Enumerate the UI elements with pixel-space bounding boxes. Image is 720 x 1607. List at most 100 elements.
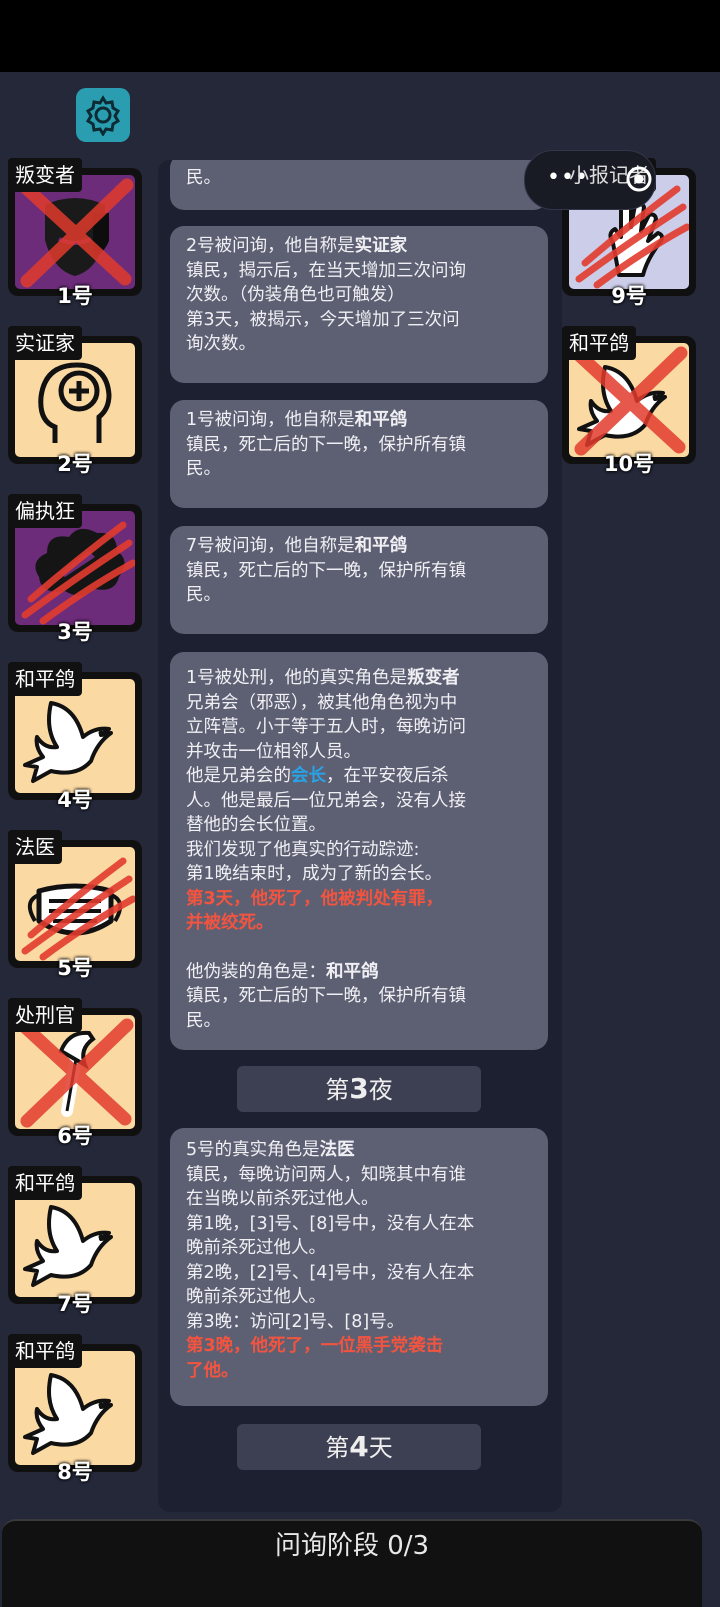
eliminated-mark-icon [18,178,134,288]
claw-mark-icon [21,521,135,625]
player-card[interactable]: 和平鸽 4号 [8,662,142,812]
no-mark [15,1183,135,1297]
player-number: 7号 [57,1292,93,1316]
player-card[interactable]: 实证家 2号 [8,326,142,476]
player-card[interactable]: 和平鸽 10号 [562,326,696,476]
role-name: 实证家 [354,236,408,256]
status-bar [0,0,720,72]
role-keyword[interactable]: 会长 [291,766,326,786]
role-label: 偏执狂 [8,494,82,528]
role-label: 法医 [8,830,62,864]
player-number: 9号 [611,284,647,308]
log-text: 替他的会长位置。 [186,815,326,835]
log-text: 晚前杀死过他人。 [186,1238,326,1258]
role-name: 法医 [319,1140,355,1160]
log-text: 并攻击一位相邻人员。 [186,741,361,762]
role-name: 叛变者 [407,668,460,688]
log-entry: 1号被处刑，他的真实角色是叛变者 兄弟会（邪恶），被其他角色视为中 立阵营。小于… [170,652,548,1050]
log-text: 第1晚结束时，成为了新的会长。 [186,864,443,884]
role-name: 和平鸽 [354,536,408,556]
log-entry: 7号被问询，他自称是和平鸽 镇民，死亡后的下一晚，保护所有镇 民。 [170,526,548,634]
player-card[interactable]: 和平鸽 7号 [8,1166,142,1316]
log-text: 立阵营。小于等于五人时，每晚访问 [186,717,466,737]
card-portrait [15,1015,135,1129]
death-text: 并被绞死。 [186,913,274,933]
banner-text: 第 [325,1434,350,1462]
banner-text: 第 [325,1076,350,1104]
log-text: ，在平安夜后杀 [326,766,449,786]
role-name: 和平鸽 [326,961,379,982]
event-log[interactable]: 民。 2号被问询，他自称是实证家 镇民，揭示后，在当天增加三次问询 次数。（伪装… [158,160,562,1512]
day-banner: 第4天 [237,1424,481,1470]
player-number: 3号 [57,620,93,644]
log-entry: 5号的真实角色是法医 镇民，每晚访问两人，知晓其中有谁 在当晚以前杀死过他人。 … [170,1128,548,1406]
banner-number: 3 [349,1072,369,1105]
role-label: 叛变者 [8,158,82,192]
log-text: 兄弟会（邪恶），被其他角色视为中 [186,692,458,713]
death-text: 第3天，他死了，他被判处有罪， [186,888,444,909]
role-label: 和平鸽 [8,662,82,696]
log-text: 晚前杀死过他人。 [186,1287,326,1307]
phase-label: 问询阶段 0/3 [274,1531,430,1561]
player-card[interactable]: 处刑官 6号 [8,998,142,1148]
log-text: 2号被问询，他自称是 [186,236,355,256]
log-text: 民。 [186,168,221,188]
banner-number: 4 [349,1430,369,1463]
log-text: 第3晚：访问[2]号、[8]号。 [186,1311,405,1332]
player-number: 6号 [57,1124,93,1148]
log-entry: 1号被问询，他自称是和平鸽 镇民，死亡后的下一晚，保护所有镇 民。 [170,400,548,508]
log-text: 民。 [186,1010,221,1031]
banner-text: 天 [368,1434,393,1462]
log-text: 第1晚，[3]号、[8]号中，没有人在本 [186,1213,475,1234]
player-card[interactable]: 叛变者 1号 [8,158,142,308]
log-text: 1号被处刑，他的真实角色是 [186,668,408,688]
card-portrait [15,511,135,625]
player-number: 2号 [57,452,93,476]
card-portrait [15,679,135,793]
role-label: 和平鸽 [8,1166,82,1200]
log-text: 镇民，死亡后的下一晚，保护所有镇 [186,560,466,581]
tabloid-toggle[interactable]: ••• 小报记者 [524,150,656,210]
player-number: 5号 [57,956,93,980]
log-text: 我们发现了他真实的行动踪迹: [186,839,420,860]
no-mark [15,1351,135,1465]
log-text: 镇民，每晚访问两人，知晓其中有谁 [186,1164,466,1185]
player-number: 8号 [57,1460,93,1484]
role-label: 处刑官 [8,998,82,1032]
card-portrait [569,343,689,457]
log-text: 人。他是最后一位兄弟会，没有人接 [186,790,466,811]
settings-button[interactable] [76,88,130,142]
log-text: 次数。（伪装角色也可触发） [186,285,405,305]
role-name: 和平鸽 [354,410,408,430]
banner-text: 夜 [368,1076,393,1104]
card-portrait [15,1351,135,1465]
gear-icon [85,95,121,136]
night-banner: 第3夜 [237,1066,481,1112]
log-text: 7号被问询，他自称是 [186,536,355,556]
death-text: 了他。 [186,1360,239,1381]
log-text: 第2晚，[2]号、[4]号中，没有人在本 [186,1262,475,1283]
card-portrait [15,1183,135,1297]
role-label: 和平鸽 [562,326,636,360]
log-text: 他是兄弟会的 [186,766,291,786]
log-text: 民。 [186,585,221,605]
log-text: 第3天，被揭示，今天增加了三次问 [186,309,460,330]
player-card[interactable]: 和平鸽 8号 [8,1334,142,1484]
log-text: 镇民，揭示后，在当天增加三次问询 [186,260,466,281]
log-text: 镇民，死亡后的下一晚，保护所有镇 [186,986,466,1006]
log-text: 在当晚以前杀死过他人。 [186,1189,379,1209]
log-entry: 民。 [170,160,548,210]
log-text: 询次数。 [186,334,256,354]
player-card[interactable]: 偏执狂 3号 [8,494,142,644]
player-card[interactable]: 法医 5号 [8,830,142,980]
no-mark [15,679,135,793]
log-text: 1号被问询，他自称是 [186,410,355,430]
target-icon[interactable] [625,165,653,193]
player-number: 1号 [57,284,93,308]
card-portrait [15,175,135,289]
player-number: 10号 [603,452,655,476]
claw-mark-icon [21,857,135,961]
eliminated-mark-icon [18,1018,134,1128]
log-text: 他伪装的角色是： [186,961,326,982]
card-portrait [15,847,135,961]
